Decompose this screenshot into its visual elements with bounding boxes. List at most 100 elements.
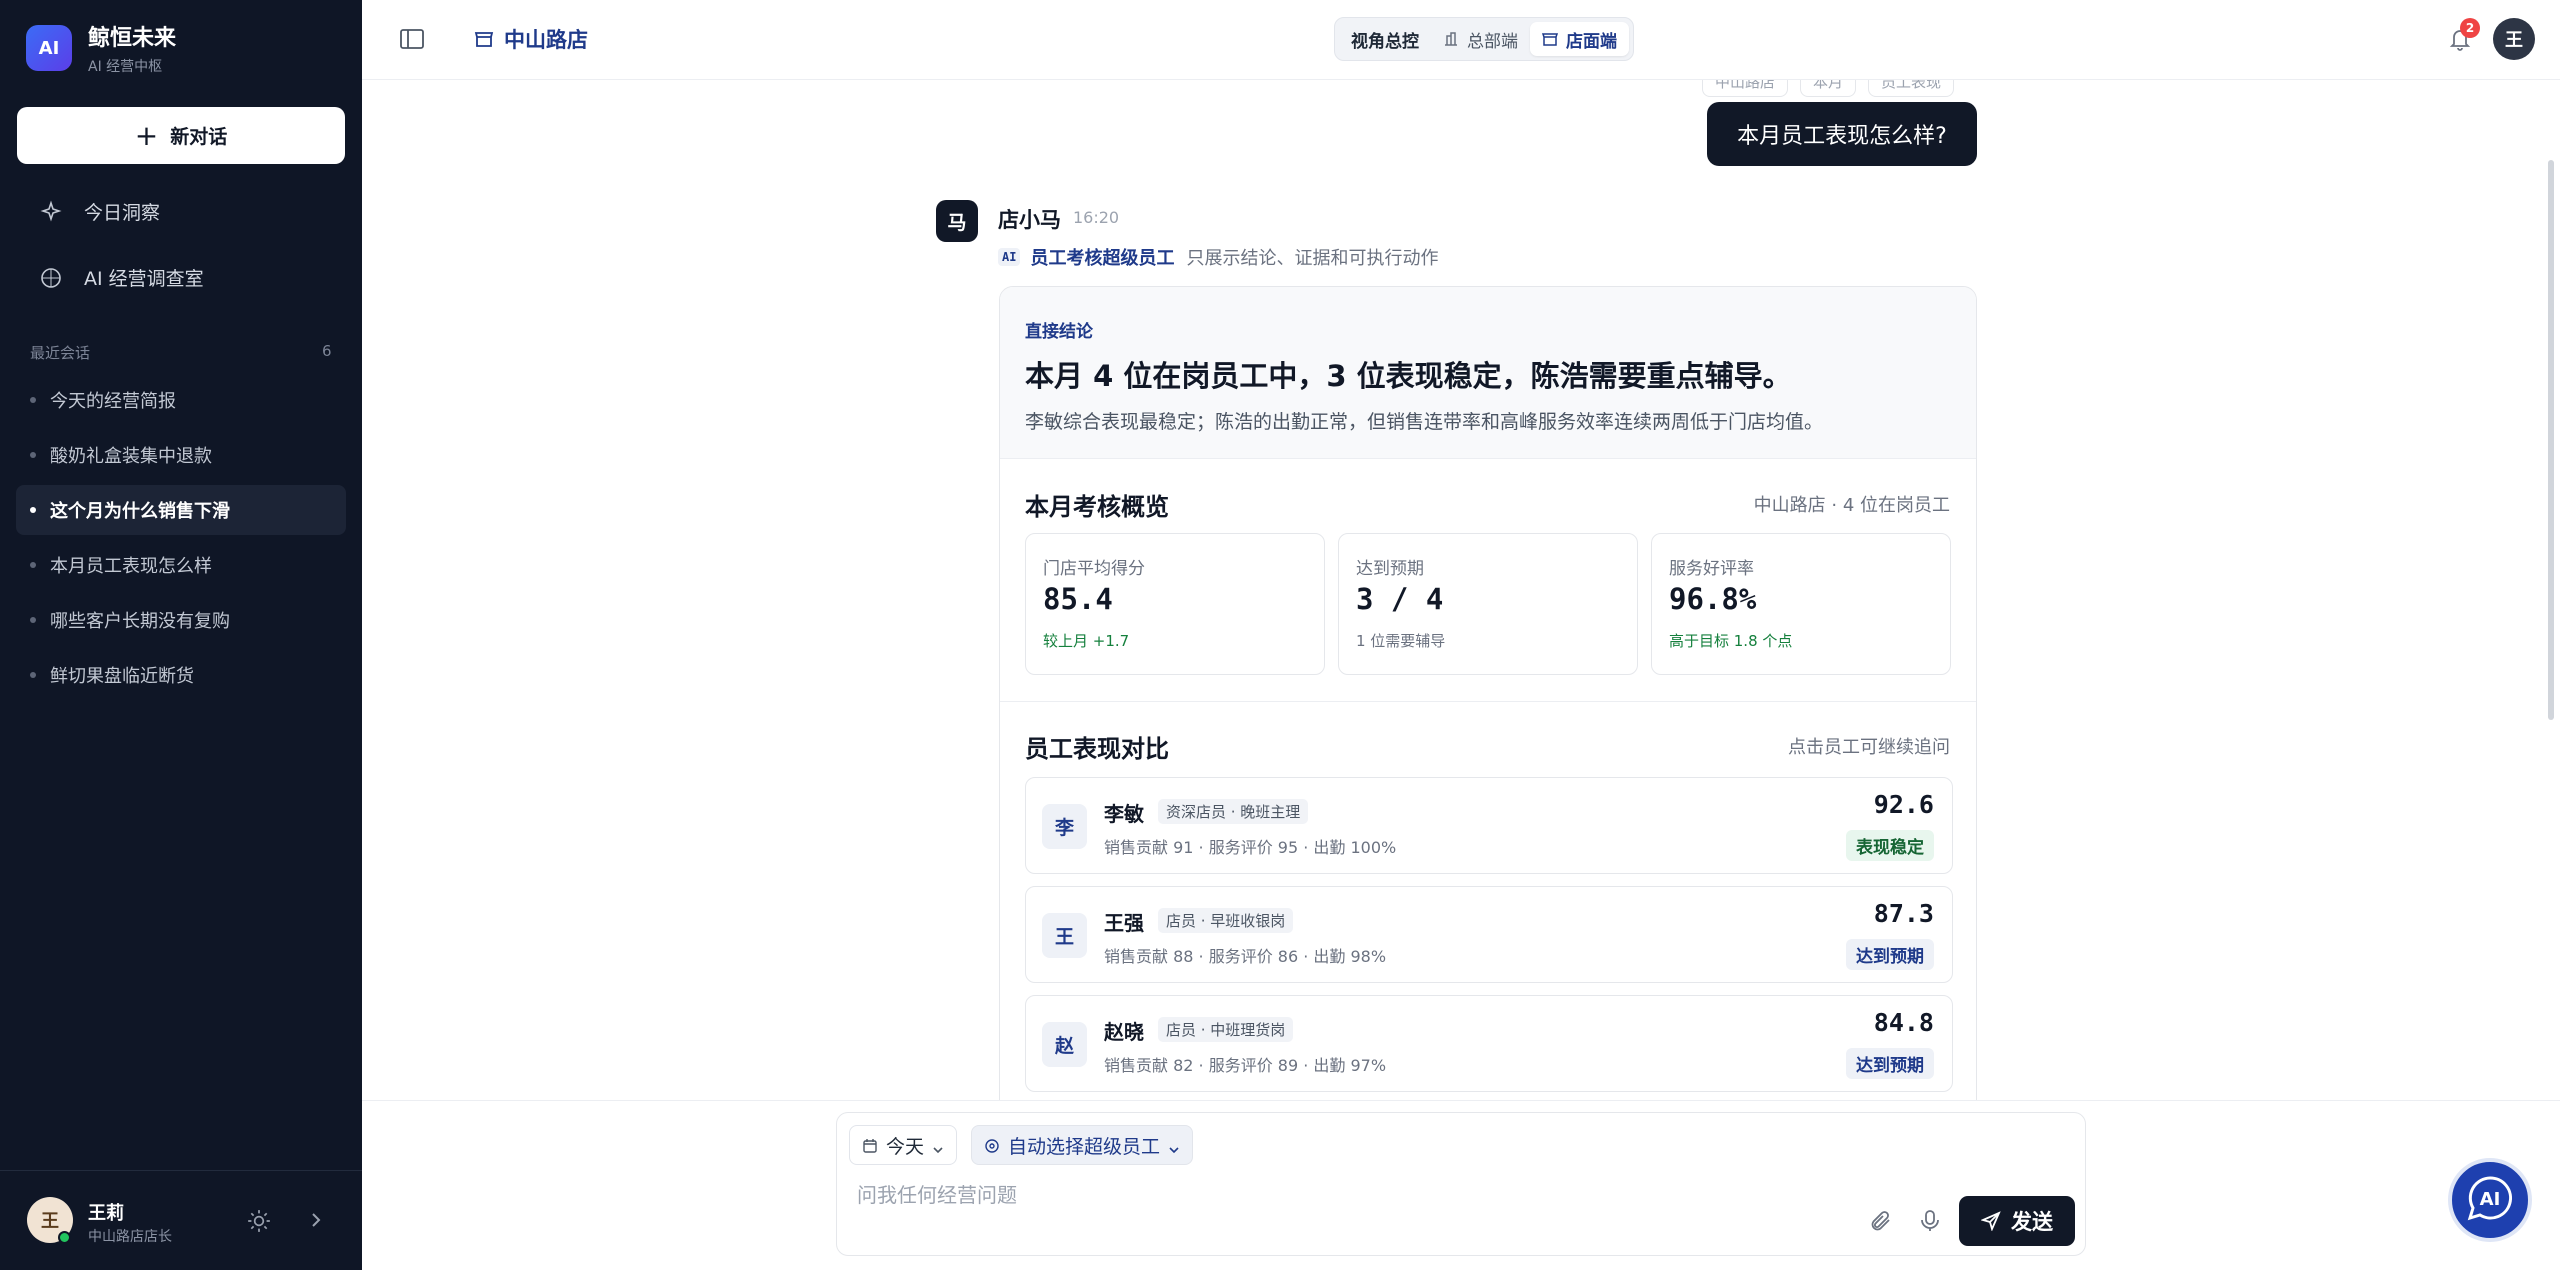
ai-tag: AI — [998, 248, 1021, 266]
calendar-icon — [862, 1137, 878, 1153]
user-message-bubble: 本月员工表现怎么样? — [1707, 102, 1977, 166]
stat-card-avg-score: 门店平均得分 85.4 较上月 +1.7 — [1025, 533, 1325, 675]
employee-role: 店员 · 中班理货岗 — [1158, 1017, 1294, 1042]
compare-subtitle: 点击员工可继续追问 — [1788, 737, 1950, 758]
employee-metrics: 销售贡献 91 · 服务评价 95 · 出勤 100% — [1104, 838, 1397, 857]
employee-score: 84.8 — [1873, 1008, 1934, 1037]
stat-card-service-rating: 服务好评率 96.8% 高于目标 1.8 个点 — [1651, 533, 1951, 675]
building-icon — [1443, 31, 1459, 47]
conclusion-section: 直接结论 本月 4 位在岗员工中，3 位表现稳定，陈浩需要重点辅导。 李敏综合表… — [1000, 287, 1976, 459]
recent-label: 最近会话 — [30, 344, 91, 362]
employee-row[interactable]: 李 李敏 资深店员 · 晚班主理 销售贡献 91 · 服务评价 95 · 出勤 … — [1025, 777, 1953, 874]
nav-item-investigation[interactable]: AI 经营调查室 — [38, 264, 204, 291]
agent-select-chip[interactable]: 自动选择超级员工 — [971, 1125, 1194, 1165]
paperclip-icon[interactable] — [1869, 1209, 1893, 1233]
conversation-item[interactable]: 今天的经营简报 — [16, 375, 346, 425]
bullet-icon — [30, 507, 36, 513]
bot-avatar: 马 — [936, 200, 978, 242]
conversation-item[interactable]: 哪些客户长期没有复购 — [16, 595, 346, 645]
chat-area: 中山路店 本月 员工表现 本月员工表现怎么样? 马 店小马 16:20 AI 员… — [362, 80, 2560, 1100]
context-chip: 本月 — [1800, 80, 1857, 97]
user-profile: 王 王莉 中山路店店长 — [0, 1170, 362, 1270]
employee-metrics: 销售贡献 82 · 服务评价 89 · 出勤 97% — [1104, 1056, 1387, 1075]
agent-name[interactable]: 员工考核超级员工 — [1030, 244, 1174, 270]
previous-message-chips: 中山路店 本月 员工表现 — [1702, 80, 1955, 97]
conversation-item[interactable]: 酸奶礼盒装集中退款 — [16, 430, 346, 480]
employee-metrics: 销售贡献 88 · 服务评价 86 · 出勤 98% — [1104, 947, 1387, 966]
brand[interactable]: AI 鲸恒未来 AI 经营中枢 — [26, 20, 176, 76]
brand-subtitle: AI 经营中枢 — [88, 59, 163, 75]
divider — [1000, 701, 1976, 702]
context-chip: 员工表现 — [1868, 80, 1955, 97]
employee-row[interactable]: 王 王强 店员 · 早班收银岗 销售贡献 88 · 服务评价 86 · 出勤 9… — [1025, 886, 1953, 983]
microphone-icon[interactable] — [1919, 1209, 1941, 1233]
conversation-item-active[interactable]: 这个月为什么销售下滑 — [16, 485, 346, 535]
status-badge: 表现稳定 — [1846, 830, 1934, 861]
store-breadcrumb[interactable]: 中山路店 — [474, 24, 588, 54]
employee-score: 87.3 — [1873, 899, 1934, 928]
brand-name: 鲸恒未来 — [88, 26, 177, 51]
bullet-icon — [30, 397, 36, 403]
view-option-store[interactable]: 店面端 — [1530, 22, 1629, 56]
view-switch: 视角总控 总部端 店面端 — [1334, 17, 2002, 61]
employee-avatar: 赵 — [1042, 1022, 1087, 1067]
svg-text:AI: AI — [2480, 1189, 2501, 1210]
employee-name: 赵晓 — [1104, 1020, 1144, 1044]
new-chat-button[interactable]: + 新对话 — [17, 107, 345, 164]
conclusion-title: 本月 4 位在岗员工中，3 位表现稳定，陈浩需要重点辅导。 — [1025, 359, 1792, 393]
context-chip: 中山路店 — [1702, 80, 1789, 97]
sparkle-icon — [38, 199, 64, 225]
employee-role: 店员 · 早班收银岗 — [1158, 908, 1294, 933]
conversation-item[interactable]: 本月员工表现怎么样 — [16, 540, 346, 590]
online-status-icon — [58, 1231, 71, 1244]
user-role: 中山路店店长 — [88, 1229, 172, 1245]
user-name: 王莉 — [88, 1203, 124, 1224]
store-name: 中山路店 — [504, 28, 588, 52]
scrollbar[interactable] — [2548, 160, 2554, 720]
store-icon — [1541, 31, 1559, 47]
bullet-icon — [30, 452, 36, 458]
date-chip[interactable]: 今天 — [849, 1125, 958, 1165]
top-header: 中山路店 视角总控 总部端 店面端 2 王 — [362, 0, 2560, 80]
employee-score: 92.6 — [1873, 790, 1934, 819]
chevron-down-icon — [1168, 1139, 1180, 1154]
message-time: 16:20 — [1073, 208, 1120, 227]
new-chat-label: 新对话 — [170, 126, 228, 148]
bullet-icon — [30, 672, 36, 678]
compass-icon — [38, 265, 64, 291]
send-button[interactable]: 发送 — [1959, 1196, 2075, 1246]
agent-icon — [984, 1137, 1000, 1153]
employee-name: 王强 — [1104, 911, 1144, 935]
view-option-hq[interactable]: 总部端 — [1431, 22, 1530, 56]
overview-subtitle: 中山路店 · 4 位在岗员工 — [1753, 495, 1950, 516]
nav-item-label: AI 经营调查室 — [84, 268, 204, 290]
conclusion-label: 直接结论 — [1025, 322, 1093, 342]
chevron-right-icon[interactable] — [306, 1207, 326, 1233]
stat-card-meets-expectation: 达到预期 3 / 4 1 位需要辅导 — [1338, 533, 1638, 675]
agent-line: AI 员工考核超级员工 只展示结论、证据和可执行动作 — [998, 244, 1438, 270]
brand-logo: AI — [26, 25, 72, 71]
employee-row[interactable]: 赵 赵晓 店员 · 中班理货岗 销售贡献 82 · 服务评价 89 · 出勤 9… — [1025, 995, 1953, 1092]
plus-icon: + — [134, 118, 159, 152]
ai-assistant-fab[interactable]: AI — [2448, 1158, 2532, 1242]
employee-name: 李敏 — [1104, 802, 1144, 826]
ai-chat-icon: AI — [2464, 1172, 2516, 1228]
conversation-item[interactable]: 鲜切果盘临近断货 — [16, 650, 346, 700]
sun-icon[interactable] — [246, 1208, 272, 1234]
bullet-icon — [30, 617, 36, 623]
employee-avatar: 王 — [1042, 913, 1087, 958]
status-badge: 达到预期 — [1846, 939, 1934, 970]
recent-count: 6 — [322, 342, 332, 360]
send-icon — [1980, 1211, 2001, 1232]
agent-note: 只展示结论、证据和可执行动作 — [1186, 248, 1439, 269]
chat-input[interactable] — [857, 1183, 1817, 1207]
sidebar-toggle-icon[interactable] — [398, 26, 426, 52]
nav-item-label: 今日洞察 — [84, 202, 161, 224]
sidebar: AI 鲸恒未来 AI 经营中枢 + 新对话 今日洞察 AI 经营调查室 最近会话… — [0, 0, 362, 1270]
nav-item-insights[interactable]: 今日洞察 — [38, 198, 160, 225]
answer-card: 直接结论 本月 4 位在岗员工中，3 位表现稳定，陈浩需要重点辅导。 李敏综合表… — [999, 286, 1977, 1100]
bullet-icon — [30, 562, 36, 568]
conclusion-description: 李敏综合表现最稳定；陈浩的出勤正常，但销售连带率和高峰服务效率连续两周低于门店均… — [1025, 411, 1824, 433]
status-badge: 达到预期 — [1846, 1048, 1934, 1079]
header-avatar[interactable]: 王 — [2493, 18, 2535, 60]
